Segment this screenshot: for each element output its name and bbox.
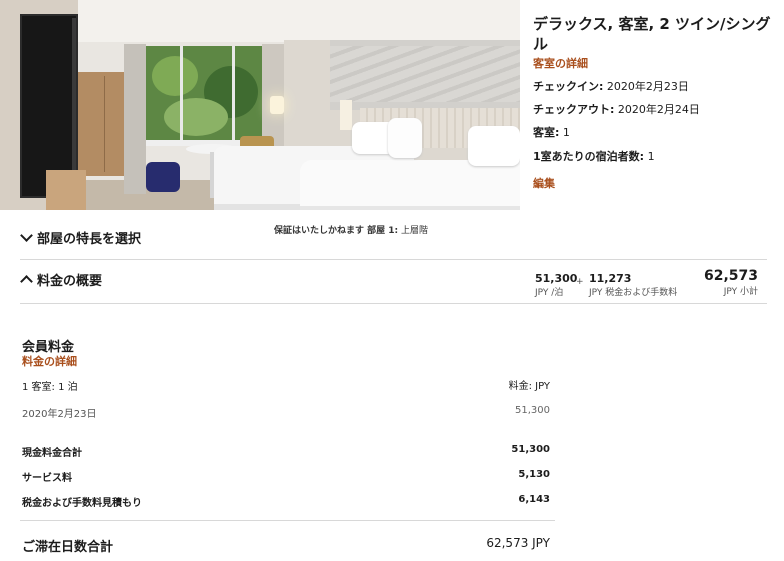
stay-total-value: 62,573 JPY: [486, 536, 550, 550]
service-charge-label: サービス料: [22, 473, 72, 484]
guarantee-label: 保証はいたしかねます 部屋 1:: [274, 226, 399, 236]
room-nights-label: 1 客室: 1 泊: [22, 382, 78, 393]
room-features-toggle[interactable]: 部屋の特長を選択: [20, 228, 142, 247]
tax-fees-unit: JPY 税金および手数料: [589, 288, 678, 298]
divider: [20, 259, 767, 260]
nightly-rate-value: 51,300: [535, 272, 578, 285]
stay-date: 2020年2月23日: [22, 409, 97, 420]
guests-label: 1室あたりの宿泊者数:: [533, 150, 645, 163]
rate-details-link[interactable]: 料金の詳細: [22, 353, 77, 369]
cash-total-label: 現金料金合計: [22, 448, 82, 459]
room-title: デラックス, 客室, 2 ツイン/シングル: [533, 15, 771, 53]
checkin-row: チェックイン: 2020年2月23日: [533, 78, 689, 94]
stay-date-rate: 51,300: [515, 405, 550, 416]
rooms-label: 客室:: [533, 126, 560, 139]
guests-value: 1: [647, 150, 655, 163]
stay-total-label: ご滞在日数合計: [22, 540, 114, 555]
chevron-up-icon: [20, 275, 33, 288]
window-illustration: [144, 46, 266, 142]
divider: [20, 303, 767, 304]
cash-total-value: 51,300: [511, 444, 550, 455]
tax-fees: 11,273 JPY 税金および手数料: [589, 272, 677, 298]
rate-summary-toggle[interactable]: 料金の概要: [20, 270, 103, 289]
tax-fees-value: 11,273: [589, 272, 632, 285]
edit-link[interactable]: 編集: [533, 175, 555, 191]
tax-estimate-label: 税金および手数料見積もり: [22, 498, 142, 509]
subtotal: 62,573 JPY 小計: [704, 268, 758, 297]
plus-sign: +: [576, 277, 584, 287]
checkin-value: 2020年2月23日: [606, 80, 689, 93]
checkout-label: チェックアウト:: [533, 103, 615, 116]
subtotal-value: 62,573: [704, 268, 759, 284]
guarantee-note: 保証はいたしかねます 部屋 1: 上層階: [274, 223, 428, 236]
chevron-down-icon: [20, 229, 33, 242]
tax-estimate-value: 6,143: [518, 494, 550, 505]
room-features-label: 部屋の特長を選択: [37, 232, 142, 247]
rooms-value: 1: [562, 126, 570, 139]
guests-row: 1室あたりの宿泊者数: 1: [533, 148, 655, 164]
service-charge-value: 5,130: [518, 469, 550, 480]
room-photo: [0, 0, 520, 210]
guarantee-value: 上層階: [401, 226, 429, 236]
subtotal-unit: JPY 小計: [723, 287, 759, 297]
checkin-label: チェックイン:: [533, 80, 604, 93]
checkout-value: 2020年2月24日: [617, 103, 700, 116]
divider: [20, 520, 555, 521]
rate-currency-header: 料金: JPY: [508, 381, 550, 392]
rate-summary-label: 料金の概要: [37, 274, 103, 289]
nightly-rate: 51,300 JPY /泊: [535, 272, 577, 298]
nightly-rate-unit: JPY /泊: [535, 288, 564, 298]
room-details-link[interactable]: 客室の詳細: [533, 55, 588, 71]
rooms-row: 客室: 1: [533, 124, 570, 140]
checkout-row: チェックアウト: 2020年2月24日: [533, 101, 700, 117]
